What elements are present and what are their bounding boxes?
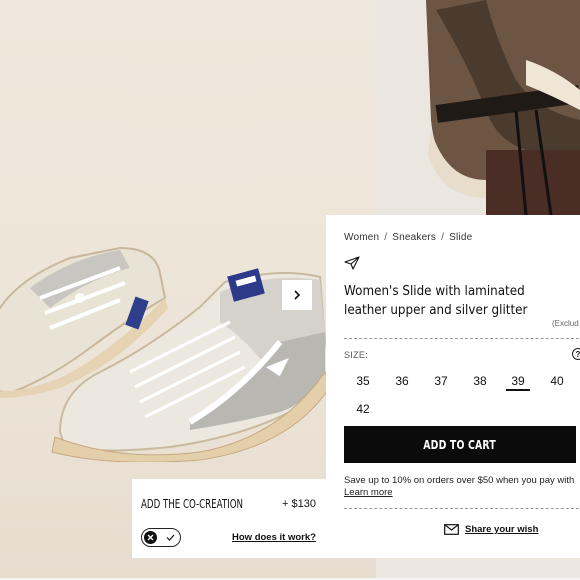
size-option[interactable]: 40 — [545, 374, 569, 388]
breadcrumb-slide[interactable]: Slide — [449, 232, 472, 243]
share-wish-button[interactable]: Share your wish — [444, 524, 538, 535]
size-option-selected[interactable]: 39 — [506, 374, 530, 391]
price-note: (Exclud — [552, 319, 579, 328]
size-label: SIZE: — [344, 350, 369, 360]
breadcrumb-women[interactable]: Women — [344, 232, 379, 243]
product-info-panel: Women / Sneakers / Slide Women's Slide with … — [326, 215, 580, 558]
size-option[interactable]: 42 — [351, 402, 375, 416]
size-option[interactable]: 37 — [429, 374, 453, 388]
breadcrumb: Women / Sneakers / Slide — [344, 232, 472, 243]
product-title: Women's Slide with laminated leather upp… — [344, 284, 528, 318]
breadcrumb-separator: / — [384, 232, 388, 243]
size-option[interactable]: 36 — [390, 374, 414, 388]
cocreation-title: ADD THE CO-CREATION — [141, 497, 243, 511]
envelope-icon — [444, 524, 459, 535]
cocreation-box: ADD THE CO-CREATION + $130 How does it w… — [132, 479, 326, 558]
size-option[interactable]: 35 — [351, 374, 375, 388]
close-icon — [144, 531, 157, 544]
how-does-it-work-link[interactable]: How does it work? — [232, 532, 316, 543]
divider — [344, 338, 580, 339]
add-to-cart-button[interactable]: ADD TO CART — [344, 426, 576, 463]
share-wish-label: Share your wish — [465, 524, 539, 535]
paper-plane-icon — [344, 256, 360, 270]
cocreation-price: + $130 — [282, 498, 316, 510]
question-circle-icon[interactable]: ? — [572, 348, 580, 360]
cocreation-toggle[interactable] — [141, 528, 181, 547]
chevron-right-icon — [294, 290, 301, 300]
breadcrumb-sneakers[interactable]: Sneakers — [392, 232, 436, 243]
carousel-next-button[interactable] — [282, 280, 312, 310]
add-to-cart-label: ADD TO CART — [423, 437, 497, 452]
divider — [344, 508, 580, 509]
check-icon — [164, 531, 177, 544]
save-offer-text: Save up to 10% on orders over $50 when y… — [344, 475, 575, 486]
learn-more-link[interactable]: Learn more — [344, 487, 393, 498]
size-option[interactable]: 38 — [468, 374, 492, 388]
breadcrumb-separator: / — [441, 232, 445, 243]
